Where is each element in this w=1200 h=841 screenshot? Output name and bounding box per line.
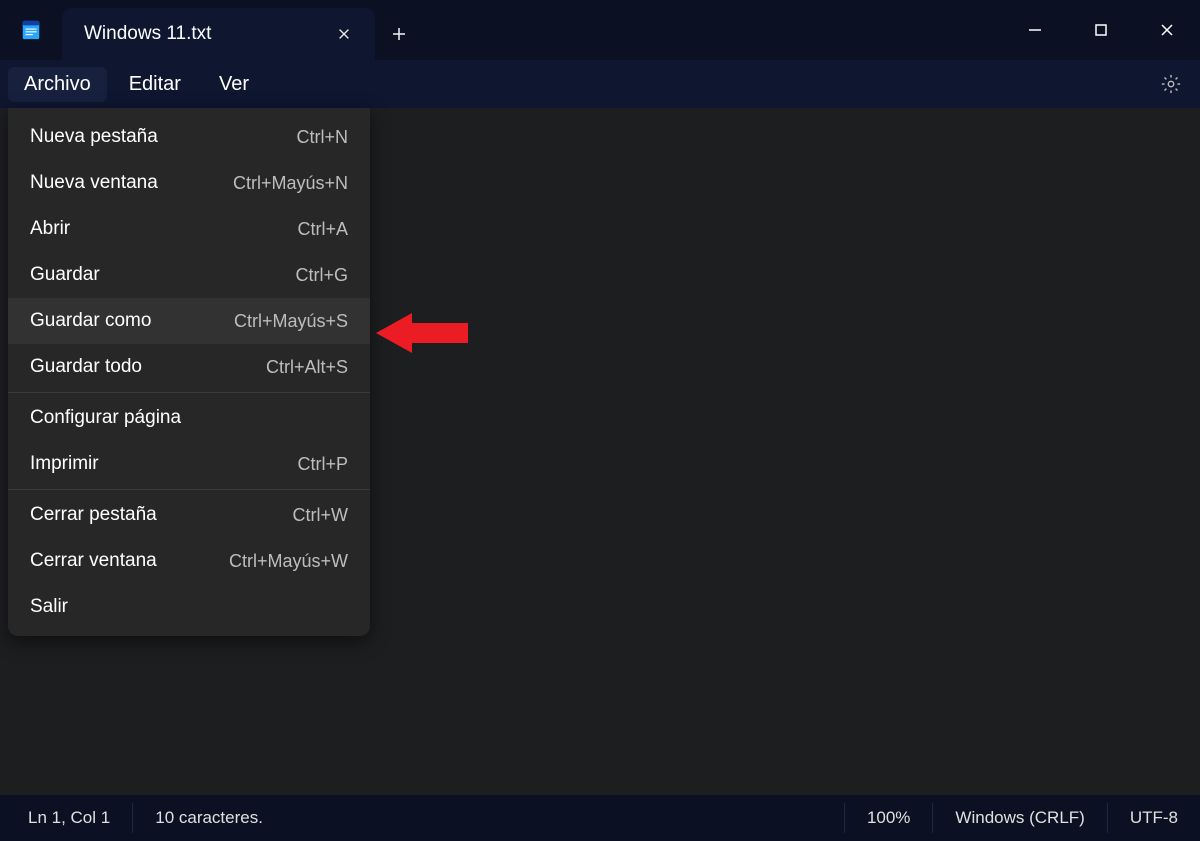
app-icon <box>0 0 62 60</box>
menu-item-save[interactable]: Guardar Ctrl+G <box>8 252 370 298</box>
menu-separator <box>8 392 370 393</box>
status-cursor-position: Ln 1, Col 1 <box>0 803 132 833</box>
menu-item-page-setup[interactable]: Configurar página <box>8 395 370 441</box>
new-tab-button[interactable] <box>375 8 423 60</box>
menu-item-label: Guardar <box>30 264 100 286</box>
menu-item-shortcut: Ctrl+Mayús+S <box>234 311 348 332</box>
menu-item-close-tab[interactable]: Cerrar pestaña Ctrl+W <box>8 492 370 538</box>
menu-item-label: Imprimir <box>30 453 99 475</box>
menu-item-save-all[interactable]: Guardar todo Ctrl+Alt+S <box>8 344 370 390</box>
menu-item-close-window[interactable]: Cerrar ventana Ctrl+Mayús+W <box>8 538 370 584</box>
menu-item-save-as[interactable]: Guardar como Ctrl+Mayús+S <box>8 298 370 344</box>
menu-item-label: Guardar todo <box>30 356 142 378</box>
maximize-button[interactable] <box>1068 0 1134 60</box>
tab-close-button[interactable] <box>331 21 357 47</box>
status-char-count: 10 caracteres. <box>132 803 285 833</box>
statusbar: Ln 1, Col 1 10 caracteres. 100% Windows … <box>0 795 1200 841</box>
file-menu-dropdown: Nueva pestaña Ctrl+N Nueva ventana Ctrl+… <box>8 108 370 636</box>
file-tab[interactable]: Windows 11.txt <box>62 8 375 60</box>
tab-title: Windows 11.txt <box>84 23 211 45</box>
menu-item-exit[interactable]: Salir <box>8 584 370 630</box>
menu-item-label: Cerrar pestaña <box>30 504 157 526</box>
menu-item-label: Salir <box>30 596 68 618</box>
menu-item-open[interactable]: Abrir Ctrl+A <box>8 206 370 252</box>
menu-item-label: Guardar como <box>30 310 151 332</box>
menu-edit[interactable]: Editar <box>113 67 197 102</box>
menu-item-shortcut: Ctrl+Alt+S <box>266 357 348 378</box>
window-controls <box>1002 0 1200 60</box>
menu-item-new-window[interactable]: Nueva ventana Ctrl+Mayús+N <box>8 160 370 206</box>
close-button[interactable] <box>1134 0 1200 60</box>
status-zoom[interactable]: 100% <box>844 803 932 833</box>
status-line-ending[interactable]: Windows (CRLF) <box>932 803 1106 833</box>
annotation-arrow-icon <box>376 310 468 356</box>
menu-file[interactable]: Archivo <box>8 67 107 102</box>
menu-item-label: Nueva pestaña <box>30 126 158 148</box>
menubar: Archivo Editar Ver <box>0 60 1200 108</box>
menu-item-label: Nueva ventana <box>30 172 158 194</box>
status-encoding[interactable]: UTF-8 <box>1107 803 1200 833</box>
menu-item-label: Configurar página <box>30 407 181 429</box>
menu-item-label: Abrir <box>30 218 70 240</box>
menu-separator <box>8 489 370 490</box>
titlebar: Windows 11.txt <box>0 0 1200 60</box>
menu-view[interactable]: Ver <box>203 67 265 102</box>
menu-item-new-tab[interactable]: Nueva pestaña Ctrl+N <box>8 114 370 160</box>
menu-item-label: Cerrar ventana <box>30 550 157 572</box>
menu-item-print[interactable]: Imprimir Ctrl+P <box>8 441 370 487</box>
menu-item-shortcut: Ctrl+A <box>297 219 348 240</box>
notepad-window: Windows 11.txt Archivo Editar Ver Nueva … <box>0 0 1200 841</box>
menu-item-shortcut: Ctrl+G <box>295 265 348 286</box>
settings-button[interactable] <box>1150 63 1192 105</box>
minimize-button[interactable] <box>1002 0 1068 60</box>
menu-item-shortcut: Ctrl+Mayús+W <box>229 551 348 572</box>
menu-item-shortcut: Ctrl+N <box>296 127 348 148</box>
menu-item-shortcut: Ctrl+Mayús+N <box>233 173 348 194</box>
menu-item-shortcut: Ctrl+W <box>293 505 349 526</box>
menu-item-shortcut: Ctrl+P <box>297 454 348 475</box>
